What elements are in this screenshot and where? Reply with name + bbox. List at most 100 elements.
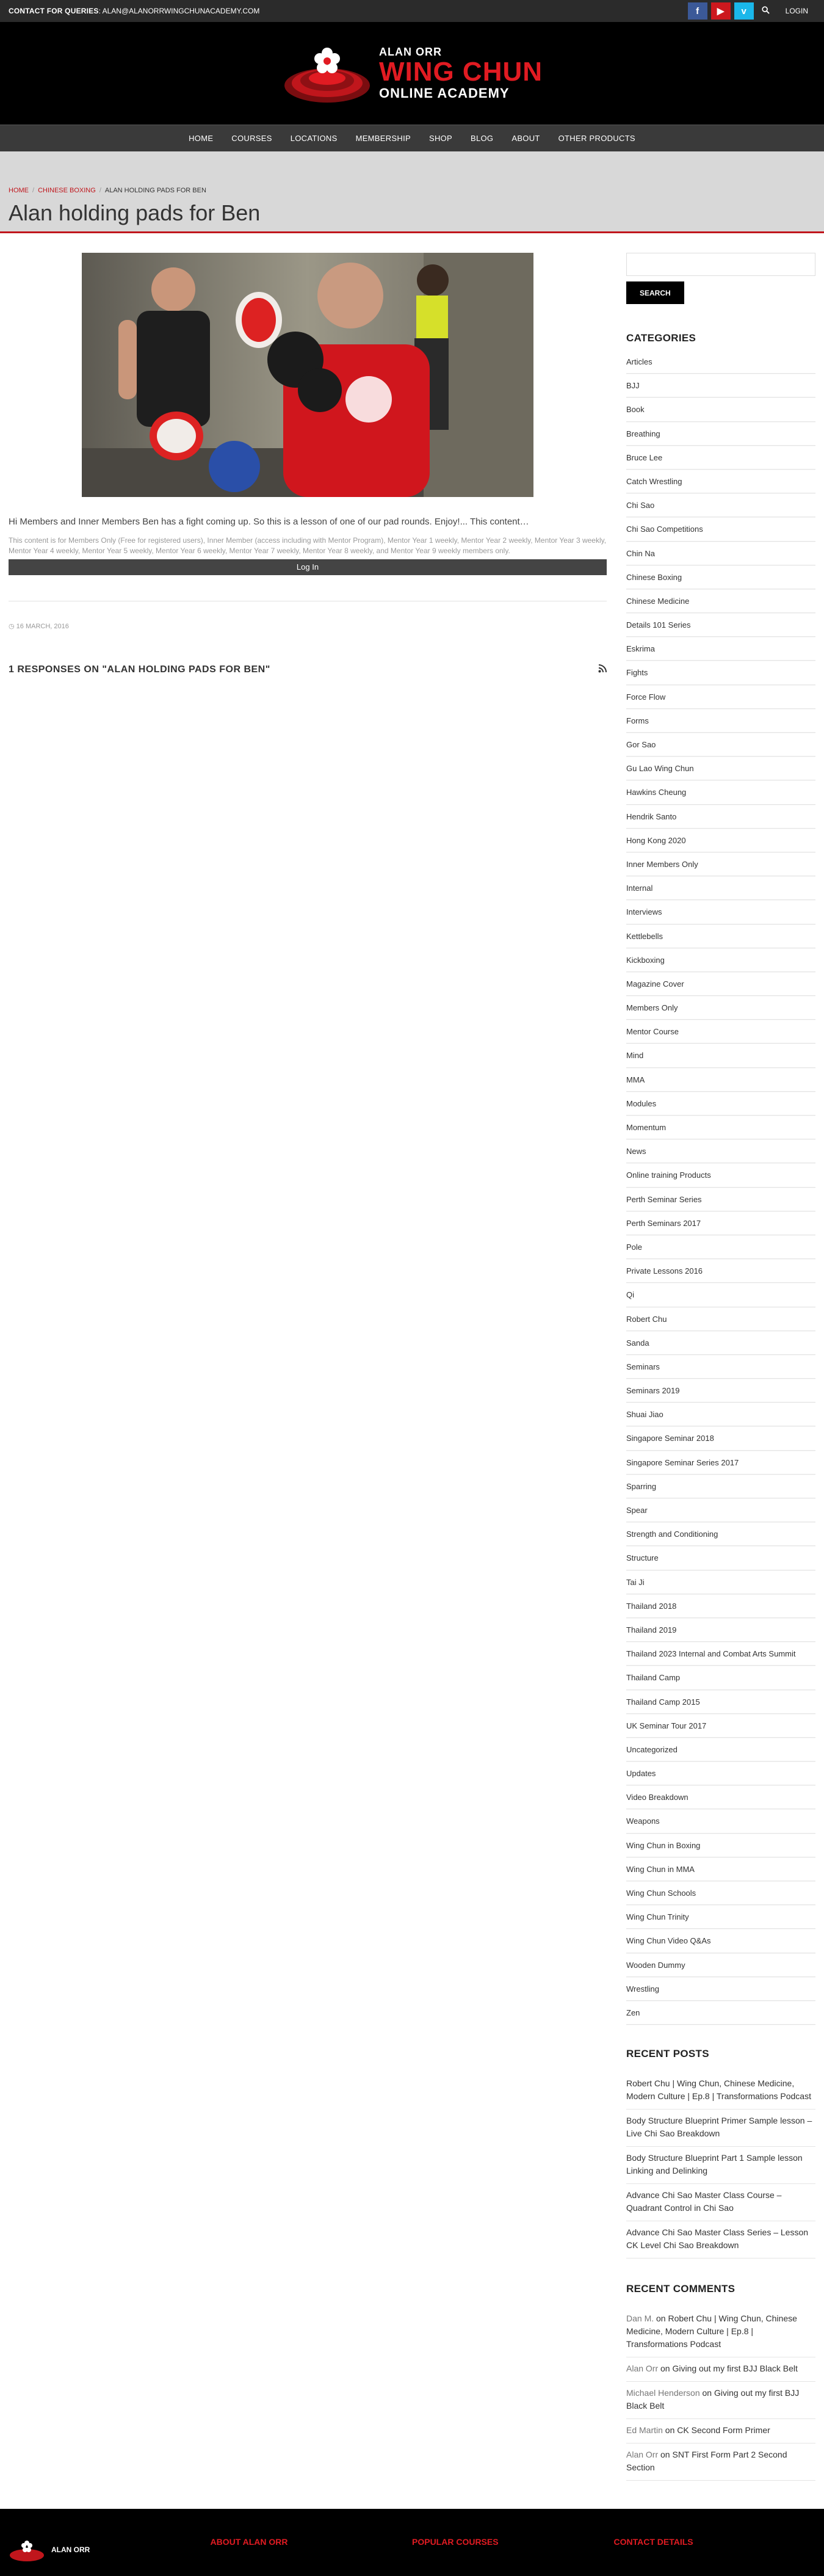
comment-post-link[interactable]: Giving out my first BJJ Black Belt xyxy=(672,2364,797,2373)
category-item[interactable]: Wing Chun in Boxing xyxy=(626,1834,815,1857)
category-item[interactable]: Qi xyxy=(626,1283,815,1307)
login-link[interactable]: LOGIN xyxy=(778,7,815,15)
category-item[interactable]: Online training Products xyxy=(626,1163,815,1188)
nav-item-about[interactable]: ABOUT xyxy=(502,134,549,143)
recent-post-item[interactable]: Body Structure Blueprint Part 1 Sample l… xyxy=(626,2147,815,2185)
category-item[interactable]: Robert Chu xyxy=(626,1307,815,1331)
category-item[interactable]: Sanda xyxy=(626,1331,815,1355)
rss-icon[interactable] xyxy=(598,664,607,676)
facebook-icon[interactable]: f xyxy=(687,2,707,20)
youtube-icon[interactable]: ▶ xyxy=(710,2,731,20)
search-button[interactable]: SEARCH xyxy=(626,281,684,304)
category-item[interactable]: Catch Wrestling xyxy=(626,470,815,494)
category-item[interactable]: Wing Chun in MMA xyxy=(626,1857,815,1881)
category-item[interactable]: Strength and Conditioning xyxy=(626,1522,815,1547)
category-item[interactable]: Hendrik Santo xyxy=(626,805,815,829)
nav-item-shop[interactable]: SHOP xyxy=(420,134,461,143)
category-item[interactable]: Inner Members Only xyxy=(626,852,815,877)
category-item[interactable]: Thailand 2018 xyxy=(626,1594,815,1618)
category-item[interactable]: Gor Sao xyxy=(626,733,815,757)
recent-post-item[interactable]: Robert Chu | Wing Chun, Chinese Medicine… xyxy=(626,2072,815,2110)
recent-post-item[interactable]: Advance Chi Sao Master Class Course – Qu… xyxy=(626,2184,815,2222)
category-item[interactable]: Members Only xyxy=(626,996,815,1020)
category-item[interactable]: Spear xyxy=(626,1498,815,1523)
comment-author[interactable]: Michael Henderson xyxy=(626,2388,700,2398)
category-item[interactable]: Hawkins Cheung xyxy=(626,780,815,805)
sidebar-search-input[interactable] xyxy=(626,253,815,276)
category-item[interactable]: Wing Chun Trinity xyxy=(626,1905,815,1929)
category-item[interactable]: Weapons xyxy=(626,1809,815,1834)
category-item[interactable]: Book xyxy=(626,397,815,422)
category-item[interactable]: Uncategorized xyxy=(626,1738,815,1762)
category-item[interactable]: Hong Kong 2020 xyxy=(626,829,815,852)
nav-item-courses[interactable]: COURSES xyxy=(222,134,281,143)
nav-item-other-products[interactable]: OTHER PRODUCTS xyxy=(549,134,645,143)
footer-logo[interactable]: ALAN ORR xyxy=(9,2537,211,2576)
comment-author[interactable]: Alan Orr xyxy=(626,2364,658,2373)
category-item[interactable]: Wooden Dummy xyxy=(626,1953,815,1977)
category-item[interactable]: Zen xyxy=(626,2001,815,2025)
category-item[interactable]: Kettlebells xyxy=(626,924,815,948)
category-item[interactable]: Singapore Seminar Series 2017 xyxy=(626,1451,815,1475)
comment-author[interactable]: Alan Orr xyxy=(626,2450,658,2459)
category-item[interactable]: Updates xyxy=(626,1761,815,1786)
category-item[interactable]: Interviews xyxy=(626,900,815,924)
category-item[interactable]: Thailand Camp xyxy=(626,1666,815,1690)
category-item[interactable]: Magazine Cover xyxy=(626,972,815,996)
login-button[interactable]: Log In xyxy=(9,559,607,575)
category-item[interactable]: Chinese Boxing xyxy=(626,565,815,589)
category-item[interactable]: News xyxy=(626,1139,815,1164)
category-item[interactable]: Eskrima xyxy=(626,637,815,661)
category-item[interactable]: Perth Seminars 2017 xyxy=(626,1211,815,1235)
category-item[interactable]: Momentum xyxy=(626,1116,815,1140)
category-item[interactable]: Chi Sao Competitions xyxy=(626,517,815,542)
category-item[interactable]: Bruce Lee xyxy=(626,446,815,470)
category-item[interactable]: Chi Sao xyxy=(626,493,815,518)
category-item[interactable]: Structure xyxy=(626,1546,815,1570)
category-item[interactable]: Thailand 2019 xyxy=(626,1618,815,1642)
category-item[interactable]: Chinese Medicine xyxy=(626,589,815,614)
contact-email[interactable]: : ALAN@ALANORRWINGCHUNACADEMY.COM xyxy=(99,7,260,15)
recent-post-item[interactable]: Advance Chi Sao Master Class Series – Le… xyxy=(626,2221,815,2259)
search-icon[interactable] xyxy=(757,6,775,16)
category-item[interactable]: Shuai Jiao xyxy=(626,1402,815,1427)
comment-author[interactable]: Ed Martin xyxy=(626,2425,663,2435)
category-item[interactable]: Thailand Camp 2015 xyxy=(626,1690,815,1714)
category-item[interactable]: Modules xyxy=(626,1092,815,1116)
category-item[interactable]: Details 101 Series xyxy=(626,613,815,637)
category-item[interactable]: Video Breakdown xyxy=(626,1785,815,1810)
comment-post-link[interactable]: CK Second Form Primer xyxy=(677,2425,770,2435)
category-item[interactable]: Mind xyxy=(626,1043,815,1068)
category-item[interactable]: Force Flow xyxy=(626,685,815,709)
category-item[interactable]: Tai Ji xyxy=(626,1570,815,1594)
category-item[interactable]: Seminars 2019 xyxy=(626,1379,815,1403)
breadcrumb-category[interactable]: CHINESE BOXING xyxy=(38,187,96,194)
category-item[interactable]: Thailand 2023 Internal and Combat Arts S… xyxy=(626,1642,815,1666)
category-item[interactable]: Wing Chun Schools xyxy=(626,1881,815,1906)
category-item[interactable]: Internal xyxy=(626,876,815,901)
category-item[interactable]: Wing Chun Video Q&As xyxy=(626,1929,815,1953)
category-item[interactable]: Perth Seminar Series xyxy=(626,1188,815,1211)
category-item[interactable]: Articles xyxy=(626,357,815,374)
category-item[interactable]: Kickboxing xyxy=(626,948,815,972)
category-item[interactable]: UK Seminar Tour 2017 xyxy=(626,1714,815,1738)
site-logo[interactable]: ALAN ORR WING CHUN ONLINE ACADEMY xyxy=(281,37,543,110)
category-item[interactable]: Forms xyxy=(626,709,815,733)
recent-post-item[interactable]: Body Structure Blueprint Primer Sample l… xyxy=(626,2110,815,2147)
category-item[interactable]: Fights xyxy=(626,661,815,685)
nav-item-locations[interactable]: LOCATIONS xyxy=(281,134,347,143)
category-item[interactable]: MMA xyxy=(626,1068,815,1092)
comment-author[interactable]: Dan M. xyxy=(626,2313,654,2323)
category-item[interactable]: Sparring xyxy=(626,1475,815,1498)
category-item[interactable]: Mentor Course xyxy=(626,1020,815,1044)
post-featured-image[interactable] xyxy=(82,253,533,497)
nav-item-membership[interactable]: MEMBERSHIP xyxy=(347,134,420,143)
category-item[interactable]: Chin Na xyxy=(626,542,815,565)
category-item[interactable]: Private Lessons 2016 xyxy=(626,1259,815,1283)
nav-item-blog[interactable]: BLOG xyxy=(461,134,502,143)
nav-item-home[interactable]: HOME xyxy=(179,134,222,143)
breadcrumb-home[interactable]: HOME xyxy=(9,187,29,194)
category-item[interactable]: Wrestling xyxy=(626,1977,815,2001)
category-item[interactable]: Singapore Seminar 2018 xyxy=(626,1426,815,1451)
category-item[interactable]: Pole xyxy=(626,1235,815,1260)
